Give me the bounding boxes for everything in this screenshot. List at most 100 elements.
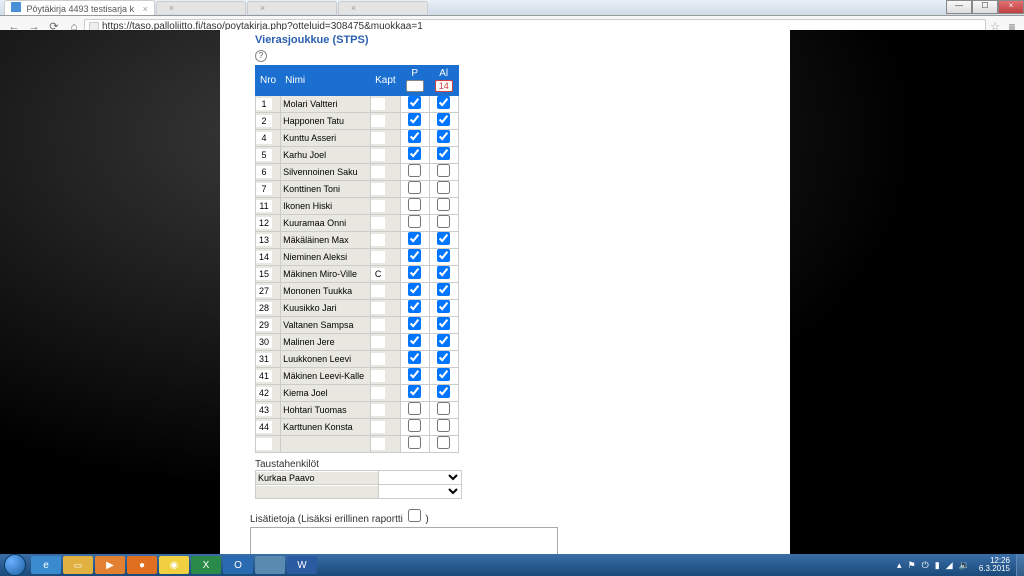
kapt-input[interactable] [371,251,385,263]
nro-input[interactable] [256,132,272,144]
nimi-input[interactable] [281,285,369,297]
nimi-input[interactable] [281,251,369,263]
p-checkbox[interactable] [408,368,421,381]
kapt-input[interactable] [371,166,385,178]
nimi-input[interactable] [281,234,369,246]
erillinen-raportti-checkbox[interactable] [408,509,421,522]
taskbar-app-outlook[interactable]: O [223,556,253,574]
p-checkbox[interactable] [408,266,421,279]
tray-wifi-icon[interactable]: ◢ [946,560,953,571]
browser-tab[interactable]: × [338,1,428,14]
nro-input[interactable] [256,98,272,110]
nro-input[interactable] [256,336,272,348]
help-icon[interactable]: ? [255,50,267,62]
kapt-input[interactable] [371,98,385,110]
nimi-input[interactable] [281,217,369,229]
nimi-input[interactable] [281,421,369,433]
p-checkbox[interactable] [408,96,421,109]
al-checkbox[interactable] [437,334,450,347]
al-checkbox[interactable] [437,215,450,228]
p-checkbox[interactable] [408,232,421,245]
show-desktop-button[interactable] [1016,554,1024,576]
nro-input[interactable] [256,166,272,178]
taskbar-app-ie[interactable]: e [31,556,61,574]
tray-network-icon[interactable]: ▮ [935,560,940,571]
nro-input[interactable] [256,115,272,127]
nro-input[interactable] [256,302,272,314]
p-checkbox[interactable] [408,436,421,449]
tray-icon[interactable]: ⏻ [922,560,929,571]
al-checkbox[interactable] [437,130,450,143]
nro-input[interactable] [256,387,272,399]
close-icon[interactable]: × [351,3,356,13]
nimi-input[interactable] [281,302,369,314]
al-checkbox[interactable] [437,419,450,432]
al-checkbox[interactable] [437,351,450,364]
kapt-input[interactable] [371,353,385,365]
kapt-input[interactable] [371,200,385,212]
p-checkbox[interactable] [408,351,421,364]
kapt-input[interactable] [371,149,385,161]
al-checkbox[interactable] [437,317,450,330]
nimi-input[interactable] [281,319,369,331]
taskbar-app-ff[interactable]: ● [127,556,157,574]
p-checkbox[interactable] [408,198,421,211]
kapt-input[interactable] [371,285,385,297]
nimi-input[interactable] [281,438,369,450]
nro-input[interactable] [256,285,272,297]
kapt-input[interactable] [371,217,385,229]
p-checkbox[interactable] [408,215,421,228]
taskbar-app-generic[interactable] [255,556,285,574]
kapt-input[interactable] [371,234,385,246]
kapt-input[interactable] [371,319,385,331]
p-checkbox[interactable] [408,419,421,432]
nimi-input[interactable] [281,149,369,161]
al-checkbox[interactable] [437,147,450,160]
p-checkbox[interactable] [408,147,421,160]
kapt-input[interactable] [371,370,385,382]
nimi-input[interactable] [281,183,369,195]
maximize-button[interactable]: ☐ [972,0,998,14]
tausta-role-select[interactable] [379,471,461,484]
p-checkbox[interactable] [408,334,421,347]
kapt-input[interactable] [371,115,385,127]
al-checkbox[interactable] [437,232,450,245]
nimi-input[interactable] [281,115,369,127]
kapt-input[interactable] [371,183,385,195]
p-checkbox[interactable] [408,402,421,415]
kapt-input[interactable] [371,438,385,450]
kapt-input[interactable] [371,387,385,399]
p-checkbox[interactable] [408,164,421,177]
tausta-name-input[interactable] [256,472,378,484]
minimize-button[interactable]: — [946,0,972,14]
kapt-input[interactable] [371,132,385,144]
nimi-input[interactable] [281,336,369,348]
p-checkbox[interactable] [408,283,421,296]
p-checkbox[interactable] [408,385,421,398]
tausta-name-input[interactable] [256,486,378,498]
kapt-input[interactable] [371,336,385,348]
nimi-input[interactable] [281,200,369,212]
p-checkbox[interactable] [408,130,421,143]
nro-input[interactable] [256,200,272,212]
nro-input[interactable] [256,319,272,331]
nro-input[interactable] [256,268,272,280]
nro-input[interactable] [256,217,272,229]
al-checkbox[interactable] [437,300,450,313]
al-checkbox[interactable] [437,113,450,126]
nimi-input[interactable] [281,404,369,416]
nro-input[interactable] [256,183,272,195]
nro-input[interactable] [256,353,272,365]
nimi-input[interactable] [281,353,369,365]
lisatietoja-textarea[interactable] [250,527,558,554]
nimi-input[interactable] [281,370,369,382]
al-checkbox[interactable] [437,164,450,177]
al-checkbox[interactable] [437,96,450,109]
taskbar-app-folder[interactable]: ▭ [63,556,93,574]
al-checkbox[interactable] [437,249,450,262]
al-checkbox[interactable] [437,385,450,398]
browser-tab-active[interactable]: Pöytäkirja 4493 testisarja k × [4,0,155,15]
close-icon[interactable]: × [260,3,265,13]
nro-input[interactable] [256,404,272,416]
taskbar-app-excel[interactable]: X [191,556,221,574]
